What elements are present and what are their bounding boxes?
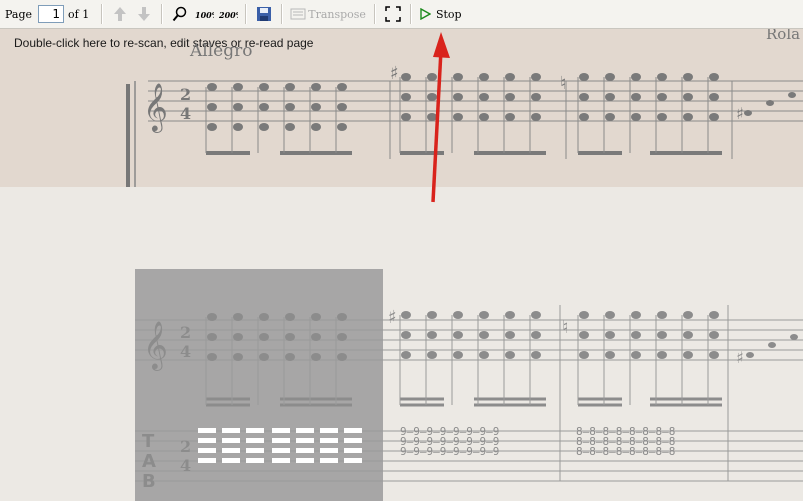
magnifier-icon bbox=[172, 6, 187, 22]
toolbar-separator bbox=[245, 4, 248, 24]
tab-letter-b: B bbox=[142, 471, 156, 492]
tab-letter-a: A bbox=[142, 451, 156, 472]
arrow-up-icon bbox=[114, 7, 127, 21]
composer-name: Rola bbox=[766, 29, 801, 43]
svg-text:𝄞: 𝄞 bbox=[143, 320, 168, 371]
svg-text:♮: ♮ bbox=[562, 317, 568, 338]
tab-time-signature-bottom: 4 bbox=[180, 456, 191, 475]
svg-text:♮: ♮ bbox=[560, 73, 566, 94]
fullscreen-icon bbox=[385, 6, 401, 22]
save-button[interactable] bbox=[253, 3, 275, 25]
tab-time-signature-top: 2 bbox=[180, 437, 191, 456]
zoom-100-icon: 100% bbox=[195, 10, 214, 20]
svg-text:♯: ♯ bbox=[388, 307, 397, 328]
time-signature-top: 2 bbox=[180, 323, 191, 342]
page-down-button[interactable] bbox=[133, 3, 155, 25]
page-count-label: of 1 bbox=[68, 7, 90, 21]
page-up-button[interactable] bbox=[109, 3, 131, 25]
time-signature-bottom: 4 bbox=[180, 342, 191, 361]
stop-button[interactable]: Stop bbox=[419, 8, 462, 21]
zoom-200-button[interactable]: 200% bbox=[217, 3, 239, 25]
time-signature-top: 2 bbox=[180, 85, 191, 104]
svg-text:𝄞: 𝄞 bbox=[143, 82, 168, 133]
toolbar: Page 1 of 1 100% 200% Transpose Stop bbox=[0, 0, 803, 29]
transpose-icon bbox=[290, 8, 306, 20]
rescan-hint[interactable]: Double-click here to re-scan, edit stave… bbox=[14, 36, 313, 50]
svg-text:♯: ♯ bbox=[390, 63, 399, 84]
scanned-staff: 𝄞 2 4 ♯ ♮ ♯ bbox=[126, 63, 803, 187]
transpose-label: Transpose bbox=[308, 7, 366, 21]
fullscreen-button[interactable] bbox=[382, 3, 404, 25]
floppy-disk-icon bbox=[257, 7, 272, 21]
stop-label: Stop bbox=[435, 7, 462, 21]
time-signature-bottom: 4 bbox=[180, 104, 191, 123]
transpose-button[interactable]: Transpose bbox=[290, 7, 366, 21]
page-label: Page bbox=[5, 7, 33, 21]
tab-fret-row: 9—9—9—9—9—9—9—9 bbox=[400, 445, 499, 458]
toolbar-separator bbox=[409, 4, 412, 24]
toolbar-separator bbox=[373, 4, 376, 24]
rendered-staff: 𝄞 2 4 2 4 T A B ♯ ♮ ♯ 9—9—9—9—9—9—9—9 9—… bbox=[135, 305, 803, 492]
rendered-score[interactable]: 𝄞 2 4 2 4 T A B ♯ ♮ ♯ 9—9—9—9—9—9—9—9 9—… bbox=[0, 187, 803, 501]
tab-letter-t: T bbox=[142, 431, 155, 452]
svg-text:♯: ♯ bbox=[736, 348, 744, 367]
zoom-200-icon: 200% bbox=[218, 10, 238, 20]
zoom-button[interactable] bbox=[169, 3, 191, 25]
zoom-100-button[interactable]: 100% bbox=[193, 3, 215, 25]
toolbar-separator bbox=[281, 4, 284, 24]
tempo-marking: Allegro bbox=[190, 41, 253, 61]
arrow-down-icon bbox=[138, 7, 151, 21]
svg-text:♯: ♯ bbox=[736, 104, 744, 123]
scanned-score-image[interactable]: 𝄞 2 4 ♯ ♮ ♯ Double-click here to re-scan… bbox=[0, 29, 803, 187]
zoom-200-text: 200% bbox=[218, 10, 238, 20]
zoom-100-text: 100% bbox=[195, 10, 214, 20]
toolbar-separator bbox=[101, 4, 104, 24]
tab-fret-row: 8—8—8—8—8—8—8—8 bbox=[576, 445, 675, 458]
toolbar-separator bbox=[161, 4, 164, 24]
play-icon bbox=[420, 8, 431, 20]
page-number-input[interactable]: 1 bbox=[38, 5, 65, 23]
